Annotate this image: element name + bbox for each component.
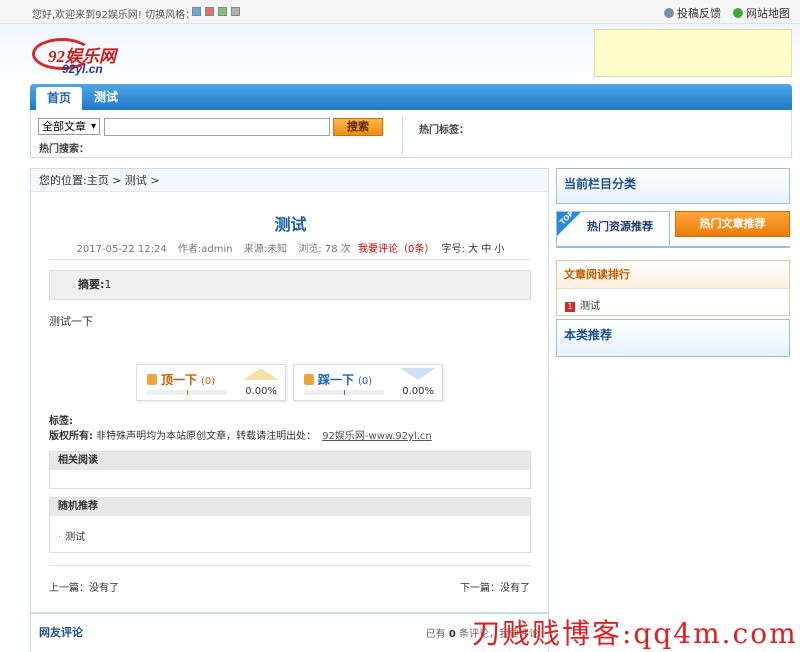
font-size-switcher[interactable]: 字号: 大 中 小 (442, 244, 505, 255)
sitemap-link[interactable]: 网站地图 (733, 5, 790, 21)
tab-hot-articles[interactable]: 热门文章推荐 (675, 211, 790, 237)
vote-up-label: 顶一下 (161, 373, 198, 387)
reading-ranking-title: 文章阅读排行 (557, 261, 789, 289)
next-article-link[interactable]: 下一篇：没有了 (460, 579, 530, 594)
vote-up-bar-marker (187, 390, 188, 395)
article-source: 来源:未知 (243, 244, 288, 255)
pager-divider (49, 565, 531, 566)
summary-value: 1 (104, 278, 112, 291)
tab-hot-resources[interactable]: TOP 热门资源推荐 (556, 210, 670, 246)
summary-label: 摘要: (78, 278, 105, 291)
vote-down-label-row: 踩一下 (0) (304, 371, 372, 388)
article-panel: 您的位置:主页 > 测试 > 测试 2017-05-22 12:24 作者:ad… (30, 168, 549, 652)
article-author: 作者:admin (177, 244, 233, 255)
thumbs-up-icon (147, 374, 157, 385)
skin-blue[interactable] (192, 7, 201, 16)
tags-label: 标签: (49, 416, 73, 427)
copyright-link[interactable]: 92娱乐网-www.92yl.cn (322, 431, 432, 442)
vote-down-bar-marker (344, 390, 345, 395)
vote-down-percent: 0.00% (402, 386, 434, 397)
feedback-label: 投稿反馈 (677, 7, 721, 20)
feedback-link[interactable]: 投稿反馈 (664, 5, 721, 21)
comments-count-prefix: 已有 (425, 629, 446, 640)
comments-title: 网友评论 (39, 626, 83, 639)
logo-domain: 92yl.cn (62, 62, 103, 76)
same-category-title: 本类推荐 (564, 328, 613, 342)
skin-red[interactable] (205, 7, 214, 16)
search-button[interactable]: 搜索 (333, 118, 383, 136)
site-header: 92娱乐网 92yl.cn (0, 24, 800, 84)
sidebar-tabs: TOP 热门资源推荐 热门文章推荐 (556, 210, 790, 246)
copyright-notice: 版权所有: 非特殊声明均为本站原创文章，转载请注明出处： 92娱乐网-www.92… (49, 427, 432, 442)
ranking-item[interactable]: 1 测试 (565, 297, 600, 312)
copyright-text: 非特殊声明均为本站原创文章，转载请注明出处： (93, 431, 317, 442)
comments-count-value: 0 (448, 629, 456, 640)
top-bar: 您好,欢迎来到92娱乐网! 切换风格： 投稿反馈 网站地图 (0, 0, 800, 24)
tab-hot-resources-label: 热门资源推荐 (587, 220, 653, 233)
article-title: 测试 (274, 215, 307, 234)
sidebar-category-box: 当前栏目分类 (556, 168, 790, 204)
site-logo[interactable]: 92娱乐网 92yl.cn (32, 32, 152, 78)
related-reading-title: 相关阅读 (50, 452, 530, 470)
search-divider (402, 116, 403, 154)
random-item-title[interactable]: 测试 (65, 532, 85, 543)
vote-up-count: (0) (201, 376, 216, 387)
watermark: 刀贱贱博客:qq4m.com (472, 617, 798, 650)
breadcrumb: 您的位置:主页 > 测试 > (31, 169, 548, 192)
user-icon (664, 8, 674, 18)
hot-tags-label: 热门标签： (419, 125, 469, 136)
vote-up-button[interactable]: 顶一下 (0) 0.00% (136, 364, 286, 401)
same-category-box: 本类推荐 (556, 319, 790, 357)
skin-switcher (192, 7, 240, 16)
header-ad-slot (594, 29, 792, 77)
vote-up-label-row: 顶一下 (0) (147, 371, 215, 388)
reading-ranking: 文章阅读排行 1 测试 (556, 260, 790, 316)
tabs-underline (556, 246, 790, 248)
random-recommend: 随机推荐 测试 (49, 497, 531, 553)
nav-item-home[interactable]: 首页 (36, 87, 82, 110)
search-scope-select[interactable]: 全部文章 (38, 118, 100, 135)
search-input[interactable] (104, 118, 330, 136)
vote-up-bar (147, 390, 227, 395)
vote-down-button[interactable]: 踩一下 (0) 0.00% (293, 364, 443, 401)
skin-gray[interactable] (231, 7, 240, 16)
copyright-label: 版权所有: (49, 431, 93, 442)
nav-item-test[interactable]: 测试 (94, 84, 118, 110)
vote-down-decoration (400, 368, 436, 380)
welcome-text: 您好,欢迎来到92娱乐网! 切换风格： (32, 10, 196, 21)
search-bar: 全部文章 搜索 热门搜索： 热门标签： (30, 110, 792, 158)
sidebar-category-title: 当前栏目分类 (564, 177, 637, 191)
vote-up-percent: 0.00% (245, 386, 277, 397)
prev-article-link[interactable]: 上一篇：没有了 (49, 579, 119, 594)
vote-up-decoration (243, 368, 279, 380)
hot-search-label: 热门搜索： (39, 144, 89, 155)
article-body: 测试一下 (49, 315, 93, 328)
meta-divider (49, 259, 531, 260)
article-views: 浏览: 78 次 (298, 244, 351, 255)
related-reading: 相关阅读 (49, 451, 531, 489)
skin-green[interactable] (218, 7, 227, 16)
article-summary: 摘要:1 (49, 270, 531, 300)
vote-down-bar (304, 390, 384, 395)
sitemap-label: 网站地图 (746, 7, 790, 20)
vote-down-label: 踩一下 (318, 373, 355, 387)
rank-number: 1 (565, 302, 575, 312)
random-recommend-title: 随机推荐 (50, 498, 530, 516)
list-item[interactable]: 测试 (50, 528, 530, 543)
thumbs-down-icon (304, 374, 314, 385)
vote-down-count: (0) (358, 376, 373, 387)
article-meta: 2017-05-22 12:24 作者:admin 来源:未知 浏览: 78 次… (31, 240, 550, 255)
comment-link[interactable]: 我要评论（0条） (358, 244, 434, 255)
main-nav: 首页 测试 (30, 84, 792, 110)
help-icon (733, 8, 743, 18)
article-date: 2017-05-22 12:24 (76, 244, 167, 255)
top-links: 投稿反馈 网站地图 (664, 5, 790, 21)
rank-item-title[interactable]: 测试 (580, 301, 600, 312)
